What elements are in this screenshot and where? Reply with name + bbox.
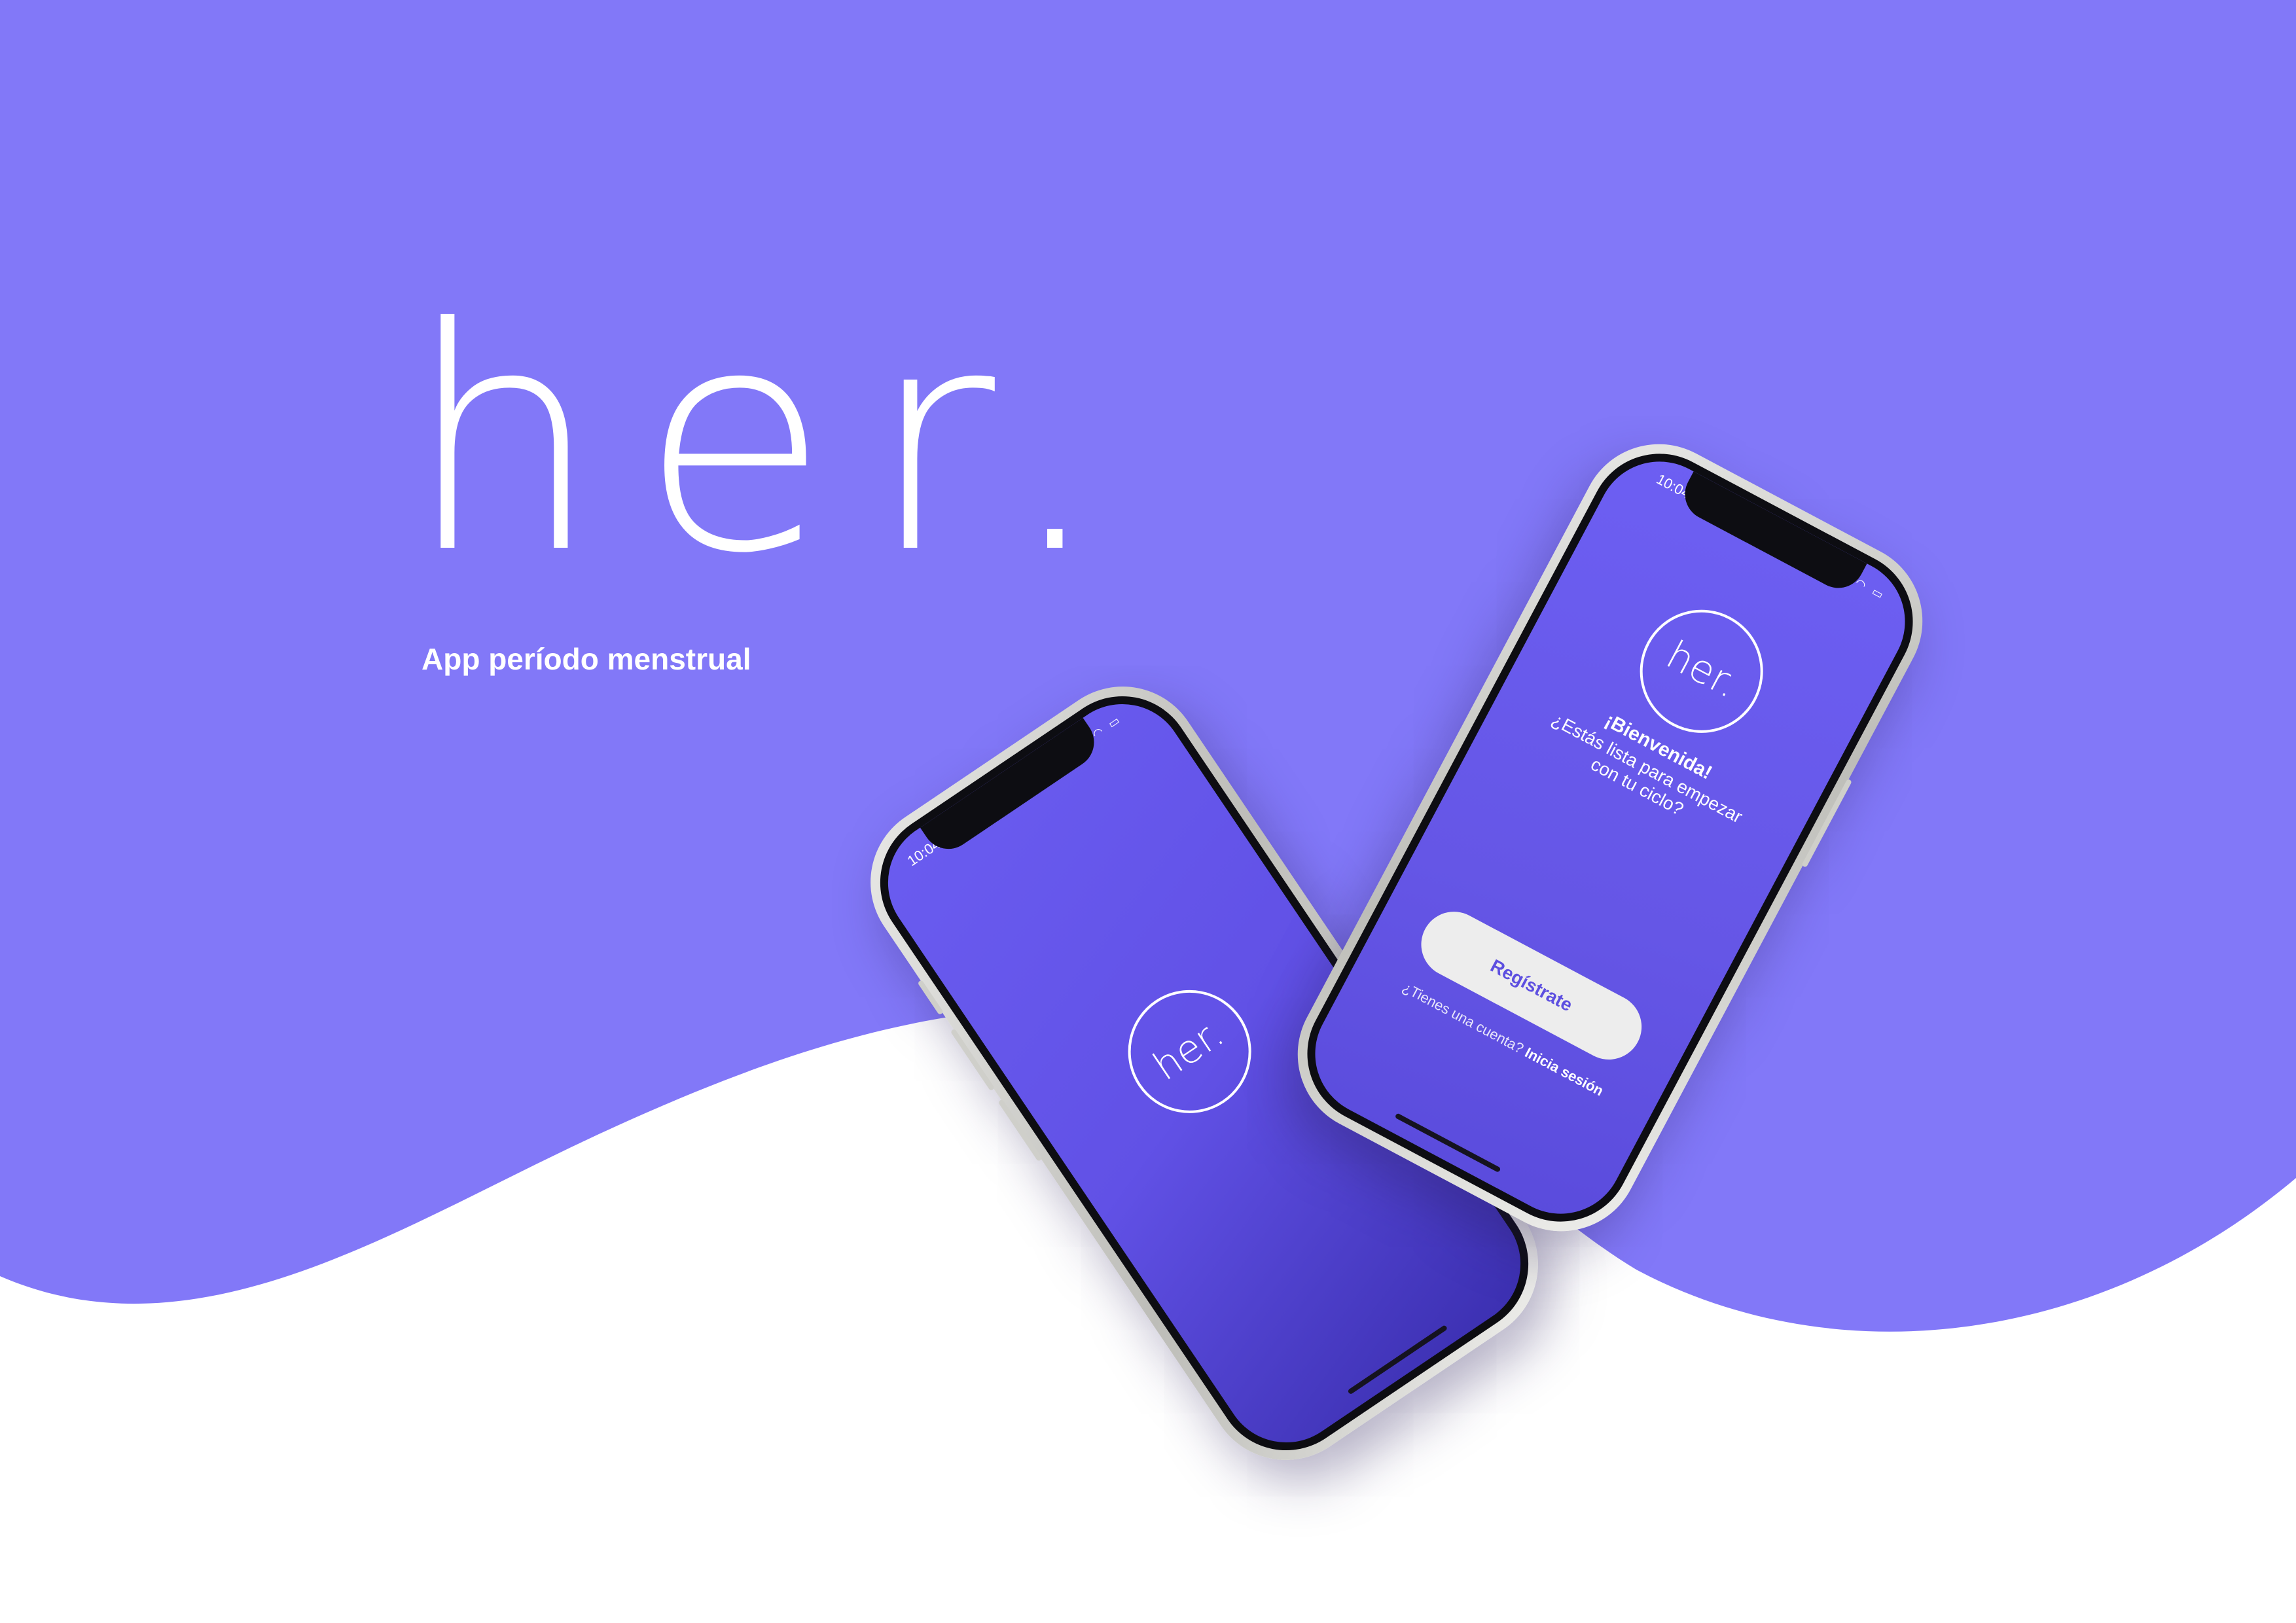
screen-logo: her.: [1659, 632, 1746, 707]
brand-logo: her.: [406, 262, 1143, 620]
logo-ring: her.: [1104, 966, 1276, 1137]
brand-tagline: App período menstrual: [422, 642, 751, 676]
welcome-message: ¿Estás lista para empezar con tu ciclo?: [1548, 709, 1746, 827]
screen-logo: her.: [1145, 1010, 1232, 1090]
hero-banner: her. App período menstrual 10:04 ▮▮ ◠ ▭ …: [0, 0, 2296, 1623]
